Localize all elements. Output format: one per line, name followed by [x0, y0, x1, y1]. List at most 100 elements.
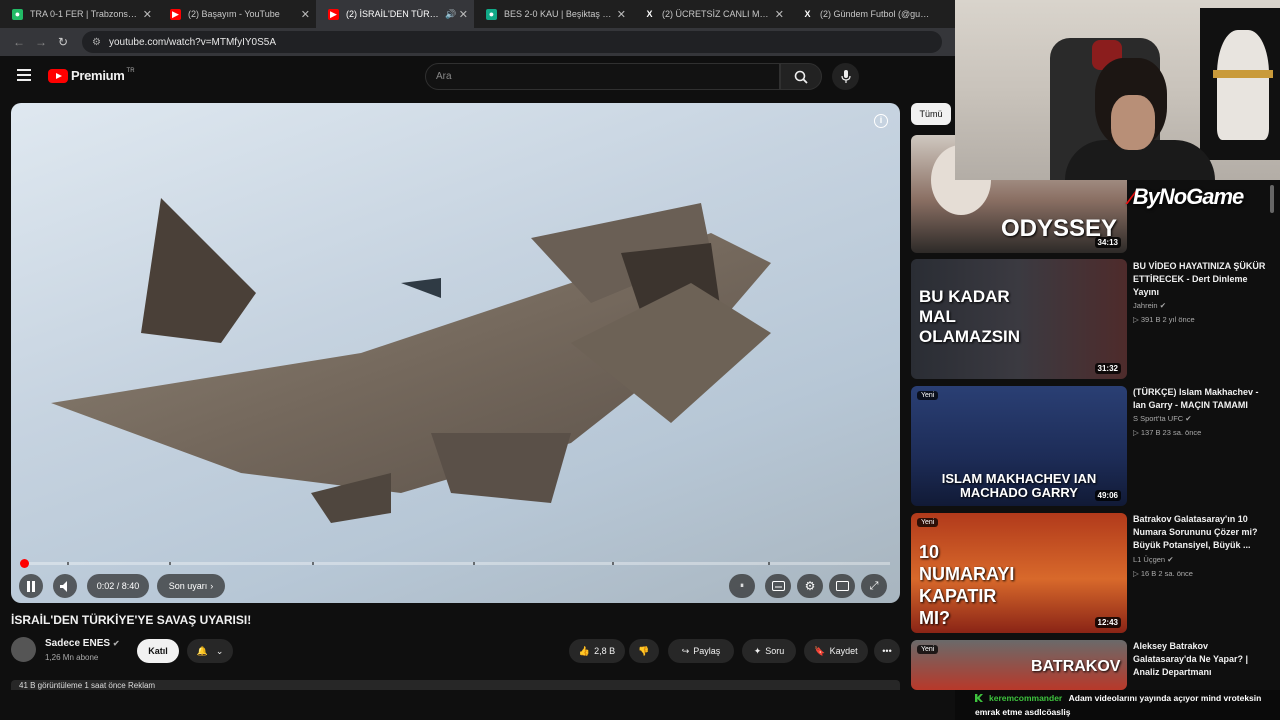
duration-badge: 31:32	[1094, 363, 1121, 374]
join-button[interactable]: Katıl	[137, 639, 179, 663]
tab-title: (2) Başayım - YouTube	[188, 9, 280, 19]
fullscreen-icon: ⤢	[869, 579, 879, 592]
subtitles-button[interactable]	[765, 574, 791, 598]
tab-title: TRA 0-1 FER | Trabzonspor - Fer	[30, 9, 140, 19]
ask-label: Soru	[765, 646, 785, 656]
browser-tab[interactable]: ▶ (2) Başayım - YouTube ✕	[158, 0, 316, 28]
play-small-icon: ▷	[1133, 315, 1141, 324]
recommended-channel[interactable]: L1 Üçgen ✔	[1133, 555, 1174, 564]
browser-tab[interactable]: X (2) Gündem Futbol (@gundmf	[790, 0, 948, 28]
share-label: Paylaş	[693, 646, 721, 656]
verified-icon: ✔	[1167, 555, 1174, 564]
chat-message: keremcommander Adam videolarını yayında …	[955, 690, 1280, 720]
menu-icon[interactable]	[17, 69, 31, 81]
close-icon[interactable]: ✕	[459, 8, 468, 21]
scrubber-handle[interactable]	[20, 559, 30, 568]
more-actions-button[interactable]: •••	[874, 639, 900, 663]
youtube-logo[interactable]: Premium TR	[48, 68, 135, 83]
recommended-thumbnail[interactable]: Yeni BATRAKOV	[911, 640, 1127, 690]
meta-label: 391 B 2 yıl önce	[1140, 315, 1195, 324]
ask-button[interactable]: ✦ Soru	[742, 639, 796, 663]
channel-name[interactable]: Sadece ENES ✔	[45, 638, 120, 649]
url-text: youtube.com/watch?v=MTMfyIY0S5A	[108, 36, 276, 48]
thumb-text: 10 NUMARAYI KAPATIR MI?	[919, 542, 1015, 628]
video-player[interactable]: i 0:02 / 8:40 Son uyarı › ⏸ ⚙ ⤢	[11, 103, 900, 603]
settings-button[interactable]: ⚙	[797, 574, 823, 598]
chapter-title: Son uyarı	[168, 581, 208, 591]
play-small-icon: ▷	[1133, 428, 1141, 437]
back-icon[interactable]: ←	[8, 35, 30, 49]
brand-watermark: ⁄ByNoGame	[1130, 184, 1244, 210]
thumb-text: BATRAKOV	[1031, 658, 1121, 675]
recommended-channel[interactable]: S Sport'ta UFC ✔	[1133, 414, 1192, 423]
channel-avatar[interactable]	[11, 637, 36, 662]
channel-label: S Sport'ta UFC	[1133, 414, 1184, 423]
search-input[interactable]: Ara	[425, 63, 780, 90]
recommended-meta: ▷ 137 B 23 sa. önce	[1133, 428, 1201, 437]
video-description-preview[interactable]: 41 B görüntüleme 1 saat önce Reklam	[11, 680, 900, 690]
pause-icon	[27, 580, 35, 592]
webcam-overlay	[955, 0, 1280, 180]
chapter-button[interactable]: Son uyarı ›	[157, 574, 225, 598]
close-icon[interactable]: ✕	[775, 8, 784, 21]
close-icon[interactable]: ✕	[143, 8, 152, 21]
search-icon	[794, 70, 808, 84]
volume-icon	[59, 580, 67, 592]
scrollbar[interactable]	[1270, 185, 1274, 213]
info-icon[interactable]: i	[874, 114, 888, 128]
youtube-header: Premium TR Ara	[0, 56, 955, 98]
dislike-button[interactable]: 👎	[629, 639, 659, 663]
tab-title: (2) İSRAİL'DEN TÜRKİYE'YE	[346, 9, 441, 19]
like-button[interactable]: 👍 2,8 B	[569, 639, 625, 663]
recommended-meta: ▷ 391 B 2 yıl önce	[1133, 315, 1195, 324]
share-button[interactable]: ↪ Paylaş	[668, 639, 734, 663]
browser-tab[interactable]: ● BES 2-0 KAU | Beşiktaş - Kauno ✕	[474, 0, 632, 28]
statue-bust	[1217, 30, 1269, 140]
new-badge: Yeni	[917, 518, 939, 527]
recommended-thumbnail[interactable]: Yeni ISLAM MAKHACHEV IAN MACHADO GARRY 4…	[911, 386, 1127, 506]
chapter-marker	[768, 562, 771, 565]
recommended-thumbnail[interactable]: BU KADAR MAL OLAMAZSIN 31:32	[911, 259, 1127, 379]
chapter-marker	[168, 562, 171, 565]
meta-label: 16 B 2 sa. önce	[1140, 569, 1193, 578]
recommended-thumbnail[interactable]: Yeni 10 NUMARAYI KAPATIR MI? 12:43	[911, 513, 1127, 633]
youtube-icon: ▶	[328, 9, 339, 20]
recommended-title[interactable]: BU VİDEO HAYATINIZA ŞÜKÜR ETTİRECEK - De…	[1133, 260, 1273, 299]
fullscreen-button[interactable]: ⤢	[861, 574, 887, 598]
save-button[interactable]: 🔖 Kaydet	[804, 639, 868, 663]
youtube-play-icon	[48, 68, 68, 83]
bell-icon: 🔔	[196, 645, 208, 656]
new-badge: Yeni	[917, 391, 939, 400]
reload-icon[interactable]: ↻	[52, 35, 74, 49]
voice-search-button[interactable]	[832, 63, 859, 90]
recommended-channel[interactable]: Jahrein ✔	[1133, 301, 1166, 310]
speaker-icon[interactable]: 🔊	[445, 9, 456, 20]
filter-chip-all[interactable]: Tümü	[911, 103, 951, 125]
forward-icon[interactable]: →	[30, 35, 52, 49]
chapter-marker	[312, 562, 315, 565]
recommended-title[interactable]: (TÜRKÇE) Islam Makhachev - Ian Garry - M…	[1133, 386, 1273, 412]
browser-tab[interactable]: ● TRA 0-1 FER | Trabzonspor - Fer ✕	[0, 0, 158, 28]
close-icon[interactable]: ✕	[301, 8, 310, 21]
url-field[interactable]: ⚙ youtube.com/watch?v=MTMfyIY0S5A	[82, 31, 942, 53]
autoplay-toggle[interactable]: ⏸	[729, 574, 755, 598]
notification-button[interactable]: 🔔 ⌄	[187, 639, 233, 663]
duration-badge: 49:06	[1094, 490, 1121, 501]
channel-label: L1 Üçgen	[1133, 555, 1166, 564]
recommended-title[interactable]: Aleksey Batrakov Galatasaray'da Ne Yapar…	[1133, 640, 1273, 679]
progress-bar[interactable]	[20, 559, 890, 568]
chat-username: keremcommander	[989, 693, 1063, 703]
theater-mode-button[interactable]	[829, 574, 855, 598]
site-info-icon[interactable]: ⚙	[92, 37, 101, 48]
statue-eye-band	[1213, 70, 1273, 78]
volume-button[interactable]	[53, 574, 77, 598]
recommended-title[interactable]: Batrakov Galatasaray'ın 10 Numara Sorunu…	[1133, 513, 1273, 552]
close-icon[interactable]: ✕	[617, 8, 626, 21]
pause-button[interactable]	[19, 574, 43, 598]
browser-tab[interactable]: X (2) ÜCRETSİZ CANLI MAÇ İZLE ✕	[632, 0, 790, 28]
duration-badge: 12:43	[1094, 617, 1121, 628]
subscriber-count: 1,26 Mn abone	[45, 653, 99, 662]
more-icon: •••	[882, 646, 892, 656]
search-button[interactable]	[780, 63, 822, 90]
browser-tab-active[interactable]: ▶ (2) İSRAİL'DEN TÜRKİYE'YE 🔊 ✕	[316, 0, 474, 28]
